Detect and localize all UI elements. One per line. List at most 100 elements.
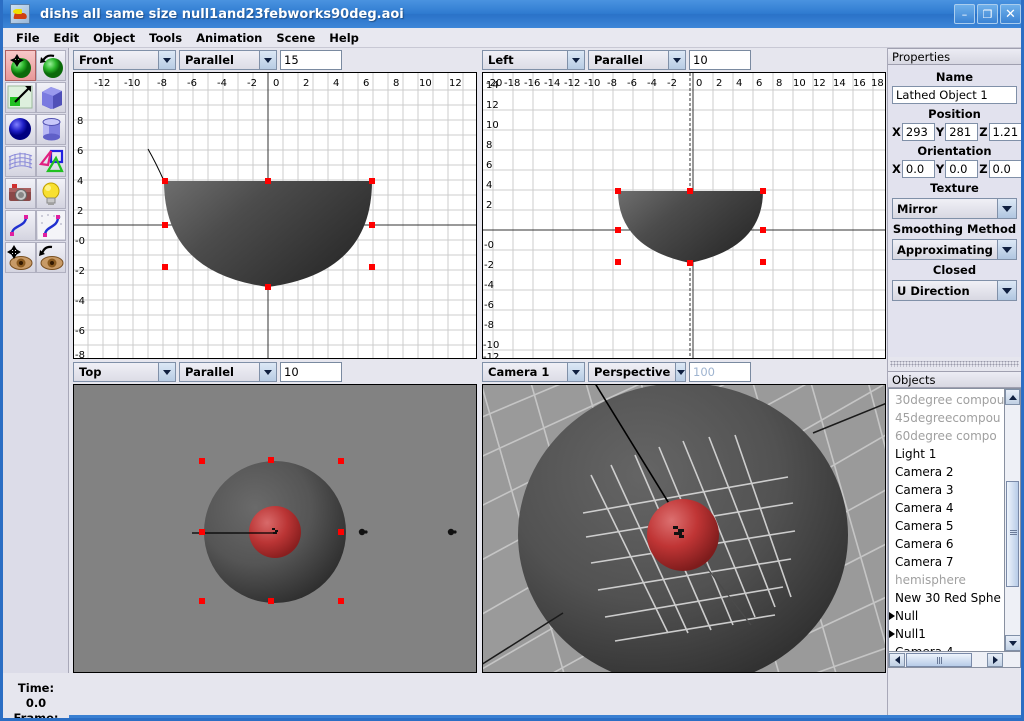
object-list-item[interactable]: 45degreecompou (889, 409, 1020, 427)
scroll-down-button[interactable] (1005, 635, 1021, 651)
svg-text:2: 2 (77, 206, 83, 217)
top-view-selector[interactable]: Top (73, 362, 176, 382)
object-list-item-label: Camera 4 (895, 501, 954, 515)
closed-selector[interactable]: U Direction (892, 280, 1017, 301)
objects-list-container: 30degree compou 45degreecompou 60degree co… (888, 388, 1021, 652)
object-list-item[interactable]: Null1 (889, 625, 1020, 643)
scroll-up-button[interactable] (1005, 389, 1020, 405)
object-list-item[interactable]: Light 1 (889, 445, 1020, 463)
restore-button[interactable]: ❐ (977, 4, 998, 24)
orientation-z-field[interactable] (988, 160, 1021, 178)
objects-vertical-scrollbar[interactable] (1004, 389, 1021, 651)
create-polygon-tool[interactable] (5, 82, 36, 113)
position-z-label: Z (979, 125, 988, 139)
object-list-item[interactable]: 60degree compo (889, 427, 1020, 445)
create-cube-tool[interactable] (35, 82, 66, 113)
rotate-viewpoint-tool[interactable] (35, 242, 66, 273)
top-view-canvas[interactable] (74, 385, 477, 673)
object-list-item[interactable]: Camera 3 (889, 481, 1020, 499)
svg-text:-4: -4 (217, 78, 227, 89)
move-object-tool[interactable] (5, 50, 36, 81)
menu-edit[interactable]: Edit (47, 29, 87, 47)
position-y-field[interactable] (945, 123, 979, 141)
top-zoom-input[interactable] (280, 362, 342, 382)
object-list-item[interactable]: hemisphere (889, 571, 1020, 589)
expand-triangle-icon[interactable] (889, 630, 895, 638)
left-zoom-input[interactable] (689, 50, 751, 70)
minimize-button[interactable]: – (954, 4, 975, 24)
chevron-down-icon (259, 363, 276, 381)
svg-text:4: 4 (333, 78, 339, 89)
svg-text:-8: -8 (607, 78, 617, 89)
svg-text:-12: -12 (94, 78, 110, 89)
orientation-x-field[interactable] (901, 160, 935, 178)
object-list-item[interactable]: 30degree compou (889, 391, 1020, 409)
scroll-right-button[interactable] (987, 652, 1003, 667)
menu-object[interactable]: Object (86, 29, 142, 47)
front-projection-selector[interactable]: Parallel (179, 50, 277, 70)
object-list-item[interactable]: Null (889, 607, 1020, 625)
scroll-left-button[interactable] (889, 652, 905, 667)
panel-splitter[interactable] (890, 361, 1019, 367)
smoothing-selector[interactable]: Approximating (892, 239, 1017, 260)
objects-list[interactable]: 30degree compou 45degreecompou 60degree co… (889, 389, 1020, 651)
object-list-item[interactable]: Camera 7 (889, 553, 1020, 571)
create-curve-tool[interactable] (5, 210, 36, 241)
texture-selector[interactable]: Mirror (892, 198, 1017, 219)
vertical-scroll-thumb[interactable] (1006, 481, 1019, 587)
create-cylinder-tool[interactable] (35, 114, 66, 145)
create-triangle-mesh-tool[interactable] (35, 146, 66, 177)
objects-horizontal-scrollbar[interactable] (888, 652, 1021, 668)
object-name-field[interactable] (892, 86, 1017, 104)
object-list-item[interactable]: Camera 6 (889, 535, 1020, 553)
left-projection-selector[interactable]: Parallel (588, 50, 686, 70)
create-approx-curve-tool[interactable] (35, 210, 66, 241)
camera-view-canvas[interactable] (483, 385, 886, 673)
create-spline-mesh-tool[interactable] (5, 146, 36, 177)
object-list-item-label: Null (895, 609, 919, 623)
svg-text:2: 2 (716, 78, 722, 89)
close-button[interactable]: ✕ (1000, 4, 1021, 24)
menu-animation[interactable]: Animation (189, 29, 269, 47)
object-list-item[interactable]: Camera 2 (889, 463, 1020, 481)
left-view-selector[interactable]: Left (482, 50, 585, 70)
rotate-object-tool[interactable] (35, 50, 66, 81)
horizontal-scroll-thumb[interactable] (906, 652, 972, 667)
time-label: Time: (17, 681, 55, 695)
create-sphere-tool[interactable] (5, 114, 36, 145)
object-list-item[interactable]: New 30 Red Sphe (889, 589, 1020, 607)
top-projection-selector[interactable]: Parallel (179, 362, 277, 382)
object-list-item[interactable]: Camera 4 (889, 643, 1020, 651)
left-view-canvas[interactable]: -20 -18 -16 -14 -12 -10 -8 -6 -4 -2 0 2 4 6 8 10 12 1… (483, 73, 886, 359)
object-list-item[interactable]: Camera 5 (889, 517, 1020, 535)
move-viewpoint-tool[interactable] (5, 242, 36, 273)
front-view-selector[interactable]: Front (73, 50, 176, 70)
menu-file[interactable]: File (9, 29, 47, 47)
chevron-down-icon (158, 363, 175, 381)
front-zoom-input[interactable] (280, 50, 342, 70)
object-list-item[interactable]: Camera 4 (889, 499, 1020, 517)
menu-help[interactable]: Help (322, 29, 366, 47)
expand-triangle-icon[interactable] (889, 612, 895, 620)
svg-text:-12: -12 (564, 78, 580, 89)
camera-zoom-input[interactable] (689, 362, 751, 382)
front-view-canvas[interactable]: -12 -10 -8 -6 -4 -2 0 2 4 6 8 10 12 8 6 4 2 -0 -2 -4… (74, 73, 477, 359)
create-camera-tool[interactable] (5, 178, 36, 209)
time-frame-panel: Time: 0.0 Frame: 0 (3, 673, 69, 718)
position-z-field[interactable] (988, 123, 1021, 141)
menu-scene[interactable]: Scene (269, 29, 322, 47)
menu-tools[interactable]: Tools (142, 29, 189, 47)
object-list-item-label: New 30 Red Sphe (895, 591, 1001, 605)
main-body: Front Parallel 15 -12 -10 -8 -6 -4 -2 0 … (3, 48, 1021, 718)
create-light-tool[interactable] (35, 178, 66, 209)
position-label: Position (928, 107, 981, 121)
orientation-y-field[interactable] (945, 160, 979, 178)
svg-text:12: 12 (449, 78, 462, 89)
svg-text:-8: -8 (75, 350, 85, 359)
camera-projection-selector[interactable]: Perspective (588, 362, 686, 382)
chevron-down-icon (158, 51, 175, 69)
camera-view-selector[interactable]: Camera 1 (482, 362, 585, 382)
position-x-field[interactable] (901, 123, 935, 141)
position-row: X Y Z (892, 123, 1021, 141)
top-viewport: Top Parallel (69, 360, 478, 673)
